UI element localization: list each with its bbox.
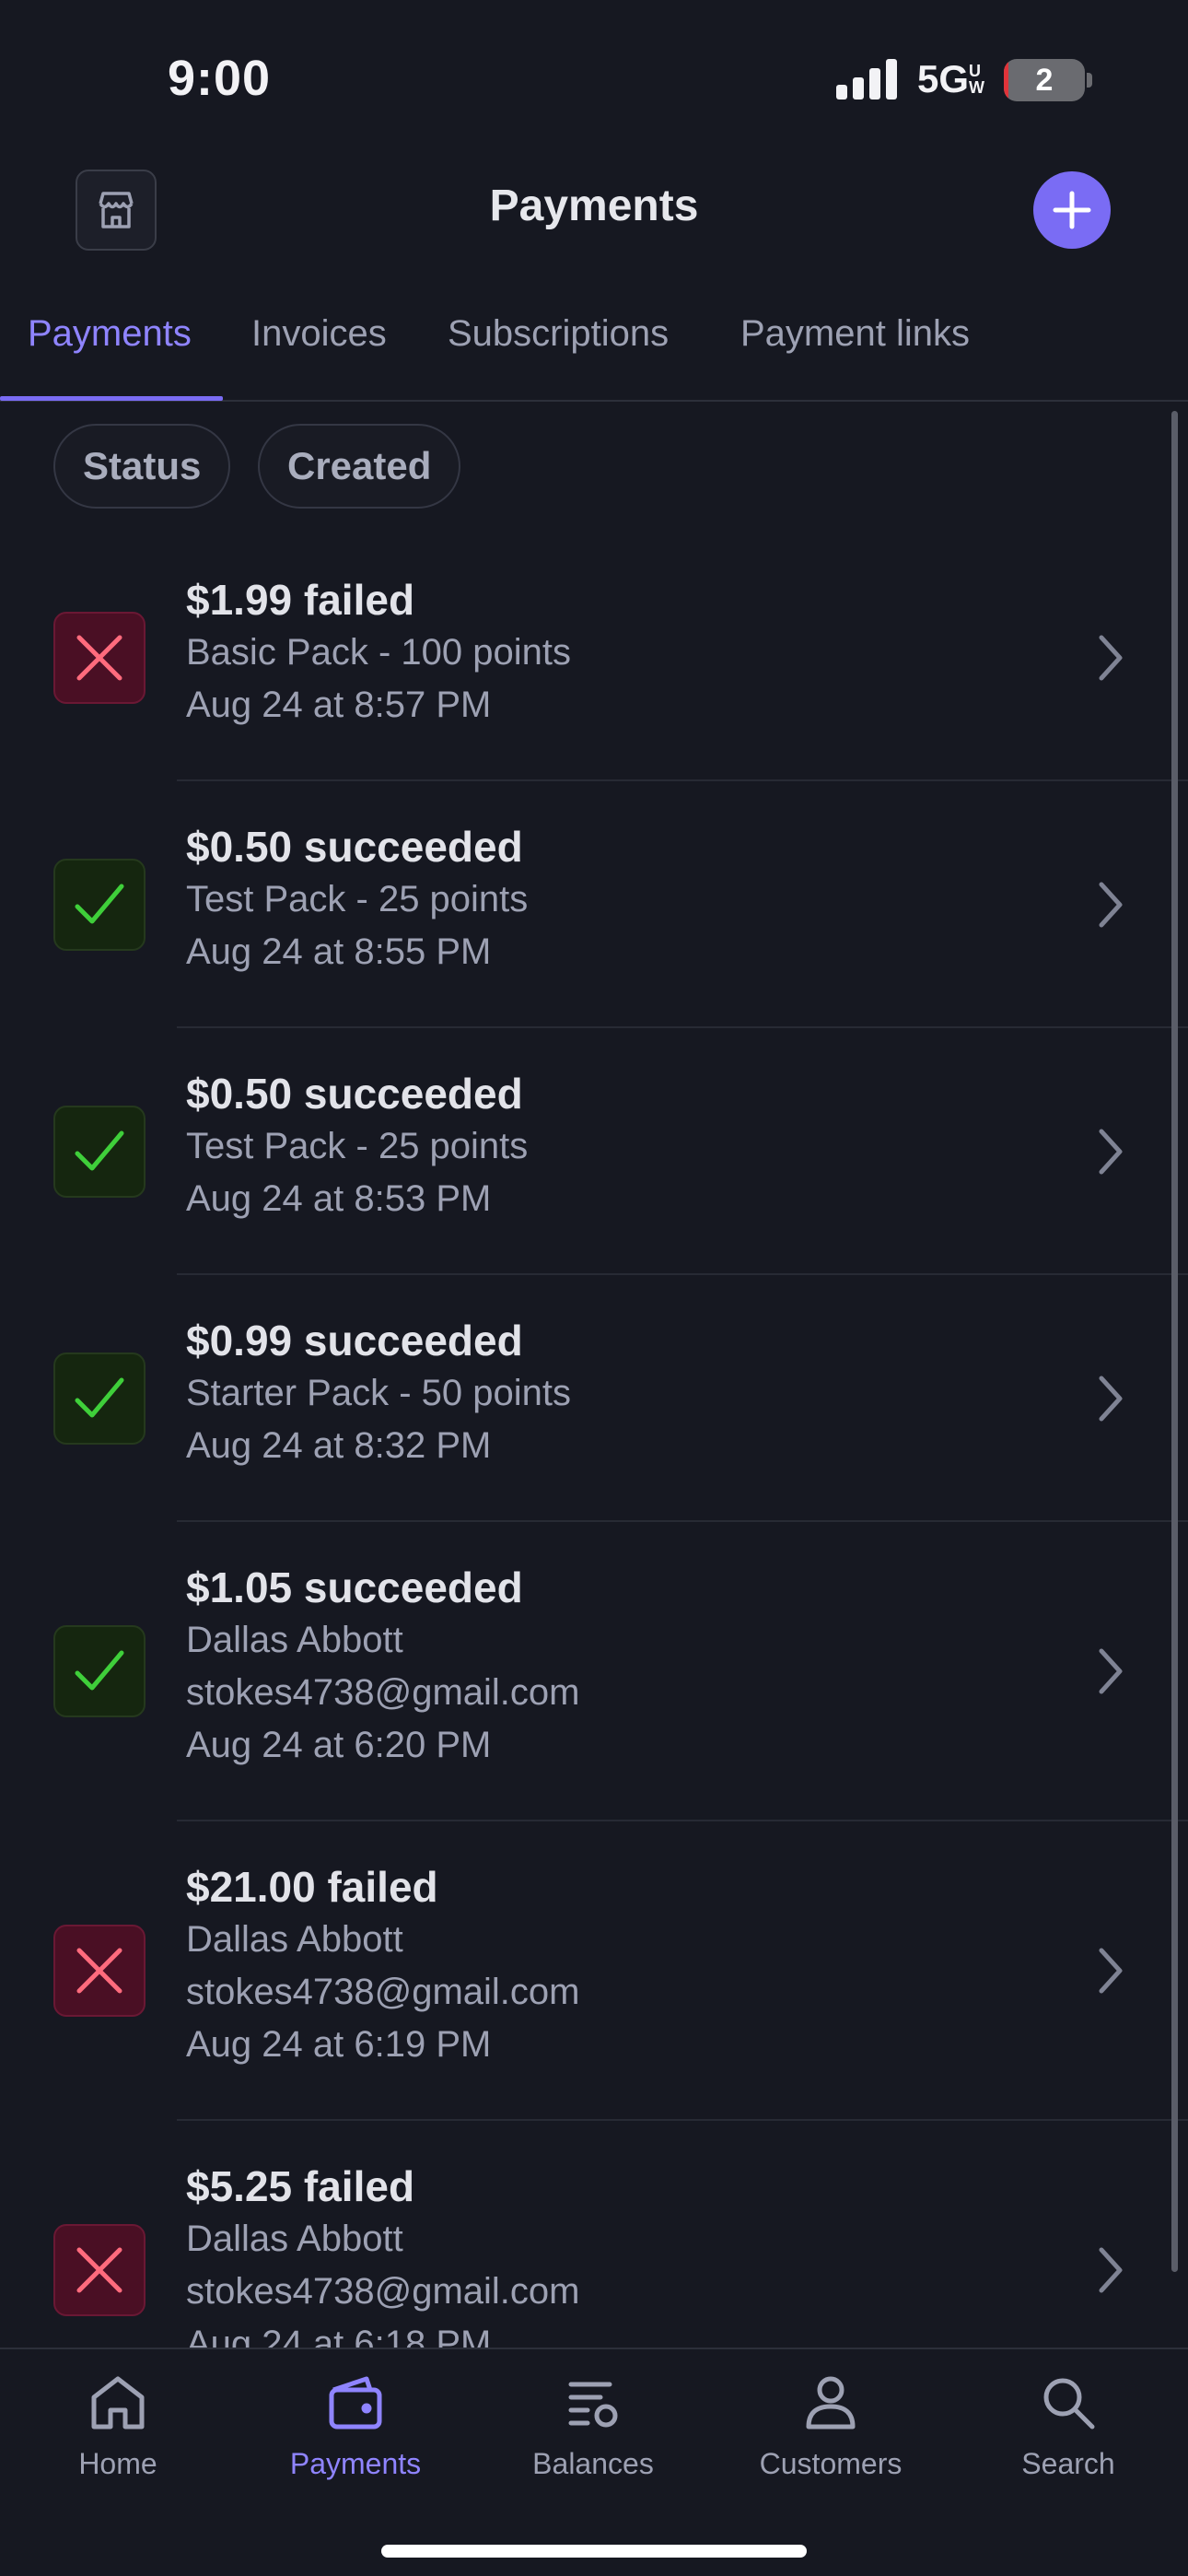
tab-subscriptions[interactable]: Subscriptions [448,313,669,355]
list-scrollbar[interactable] [1171,411,1178,2272]
payment-description: Starter Pack - 50 points [186,1373,571,1413]
home-indicator [381,2545,807,2558]
add-payment-button[interactable] [1033,171,1111,249]
succeeded-status-icon [53,1625,146,1717]
payment-date: Aug 24 at 6:20 PM [186,1725,492,1765]
network-type: 5G [917,57,970,100]
customer-email: stokes4738@gmail.com [186,1672,580,1713]
payment-description: Test Pack - 25 points [186,879,529,919]
nav-home[interactable]: Home [17,2370,219,2481]
payment-date: Aug 24 at 8:57 PM [186,685,492,725]
payment-row[interactable]: $21.00 failed Dallas Abbott stokes4738@g… [0,1821,1188,2121]
chevron-right-icon [1099,1129,1123,1175]
battery-cap [1087,73,1092,88]
search-icon [1043,2378,1095,2430]
filter-created-chip[interactable]: Created [258,424,461,509]
nav-payments[interactable]: Payments [254,2370,457,2481]
payment-title: $0.50 succeeded [186,823,523,871]
payment-title: $0.99 succeeded [186,1317,523,1364]
payment-date: Aug 24 at 8:53 PM [186,1178,492,1219]
chevron-right-icon [1099,1376,1123,1422]
payment-title: $1.05 succeeded [186,1563,523,1611]
battery-icon: 2 [1004,59,1085,101]
chevron-right-icon [1099,635,1123,681]
bottom-nav: Home Payments Balances Customers Search [0,2348,1188,2576]
payment-date: Aug 24 at 8:32 PM [186,1425,492,1466]
person-icon [806,2376,856,2430]
nav-balances[interactable]: Balances [492,2370,694,2481]
customer-email: stokes4738@gmail.com [186,2271,580,2312]
succeeded-status-icon [53,1106,146,1198]
payment-description: Test Pack - 25 points [186,1126,529,1166]
payment-title: $1.99 failed [186,576,415,624]
payment-row[interactable]: $0.50 succeeded Test Pack - 25 points Au… [0,781,1188,1028]
nav-customers[interactable]: Customers [729,2370,932,2481]
status-bar: 9:00 5G UW 2 [0,0,1188,157]
page-title: Payments [489,181,699,230]
payment-title: $21.00 failed [186,1863,438,1911]
customer-name: Dallas Abbott [186,1620,403,1660]
tab-payments[interactable]: Payments [28,313,192,355]
payment-row[interactable]: $0.50 succeeded Test Pack - 25 points Au… [0,1028,1188,1275]
tab-invoices[interactable]: Invoices [251,313,387,355]
payments-list: $1.99 failed Basic Pack - 100 points Aug… [0,534,1188,2348]
customer-name: Dallas Abbott [186,2219,403,2259]
failed-status-icon [53,612,146,704]
status-time: 9:00 [168,51,272,106]
network-band: UW [969,62,984,97]
tab-payment-links[interactable]: Payment links [740,313,970,355]
failed-status-icon [53,2224,146,2316]
customer-name: Dallas Abbott [186,1919,403,1960]
succeeded-status-icon [53,1352,146,1445]
balances-icon [568,2382,618,2428]
succeeded-status-icon [53,859,146,951]
payment-description: Basic Pack - 100 points [186,632,571,673]
chevron-right-icon [1099,2247,1123,2293]
payment-row[interactable]: $0.99 succeeded Starter Pack - 50 points… [0,1275,1188,1522]
payment-date: Aug 24 at 6:18 PM [186,2324,492,2348]
chevron-right-icon [1099,1648,1123,1694]
payment-row[interactable]: $1.99 failed Basic Pack - 100 points Aug… [0,534,1188,781]
payment-row[interactable]: $1.05 succeeded Dallas Abbott stokes4738… [0,1522,1188,1821]
battery-percent: 2 [1035,63,1054,98]
tab-bar: Payments Invoices Subscriptions Payment … [0,295,1188,402]
wallet-icon [329,2376,382,2430]
payment-date: Aug 24 at 8:55 PM [186,931,492,972]
home-icon [91,2376,145,2430]
header: Payments [0,157,1188,267]
active-tab-indicator [0,396,223,401]
filter-status-chip[interactable]: Status [53,424,231,509]
cellular-signal-icon [836,59,897,100]
payment-row[interactable]: $5.25 failed Dallas Abbott stokes4738@gm… [0,2121,1188,2348]
nav-search[interactable]: Search [967,2370,1170,2481]
payment-date: Aug 24 at 6:19 PM [186,2024,492,2065]
chevron-right-icon [1099,882,1123,928]
payment-title: $0.50 succeeded [186,1070,523,1118]
chevron-right-icon [1099,1948,1123,1994]
plus-icon [1053,191,1091,229]
customer-email: stokes4738@gmail.com [186,1972,580,2012]
failed-status-icon [53,1925,146,2017]
payment-title: $5.25 failed [186,2162,415,2210]
